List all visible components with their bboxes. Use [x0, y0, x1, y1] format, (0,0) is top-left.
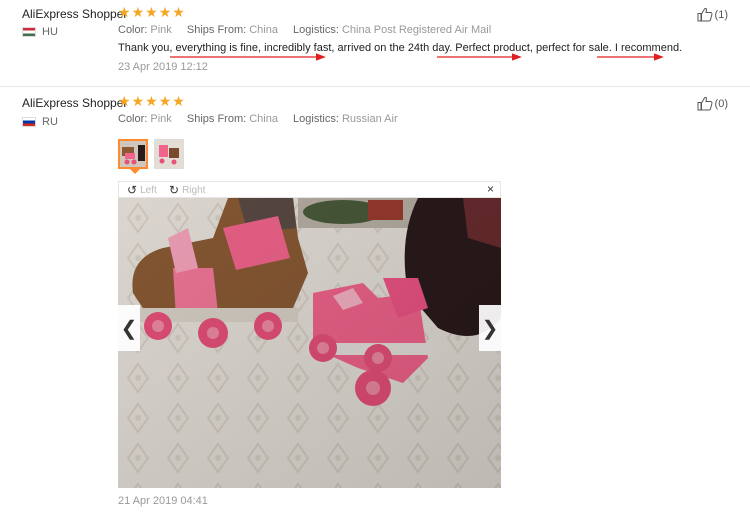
helpful-count: (0) [714, 97, 728, 110]
review-item: AliExpress Shopper RU ★ ★ ★ ★ ★ Color: P… [0, 0, 750, 517]
rotate-left-button[interactable]: ↺ Left [127, 183, 157, 197]
attr-value-color: Pink [150, 113, 172, 125]
roller-skates-photo [118, 198, 501, 488]
star-icon: ★ [131, 93, 145, 109]
image-viewer-toolbar: ↺ Left ↻ Right × [118, 181, 501, 198]
next-image-button[interactable]: ❯ [479, 305, 501, 351]
skates-thumbnail-image [155, 140, 183, 168]
attr-value-logistics: Russian Air [341, 113, 398, 125]
star-rating: ★ ★ ★ ★ ★ [118, 94, 185, 108]
star-icon: ★ [118, 93, 131, 109]
attr-label-logistics: Logistics: [293, 113, 339, 125]
photo-thumbnails [118, 139, 184, 169]
previous-image-button[interactable]: ❮ [118, 305, 140, 351]
reviewer-name: AliExpress Shopper [22, 96, 128, 110]
photo-thumbnail-2[interactable] [154, 139, 184, 169]
skates-thumbnail-image [120, 141, 146, 167]
attr-label-ships-from: Ships From: [186, 113, 247, 125]
flag-ru-icon [22, 117, 36, 127]
thumbs-up-icon[interactable] [697, 96, 713, 111]
review-photo: ❮ ❯ [118, 198, 501, 488]
rotate-right-button[interactable]: ↻ Right [169, 183, 205, 197]
rotate-right-icon: ↻ [169, 183, 180, 197]
rotate-left-icon: ↺ [127, 183, 138, 197]
star-icon: ★ [145, 93, 158, 109]
attr-value-ships-from: China [249, 113, 278, 125]
star-icon: ★ [158, 93, 172, 109]
star-icon: ★ [172, 93, 185, 109]
review-date: 21 Apr 2019 04:41 [118, 495, 208, 507]
helpful-button[interactable]: (0) [697, 96, 728, 111]
photo-thumbnail-1[interactable] [118, 139, 148, 169]
close-viewer-button[interactable]: × [487, 182, 494, 196]
order-attributes: Color: Pink Ships From: China Logistics:… [118, 113, 410, 125]
reviewer-country: RU [22, 116, 58, 128]
country-code: RU [42, 116, 58, 128]
attr-label-color: Color: [118, 113, 148, 125]
rotate-right-label: Right [182, 184, 206, 196]
thumbnail-selected-indicator [130, 169, 140, 174]
rotate-left-label: Left [140, 184, 157, 196]
